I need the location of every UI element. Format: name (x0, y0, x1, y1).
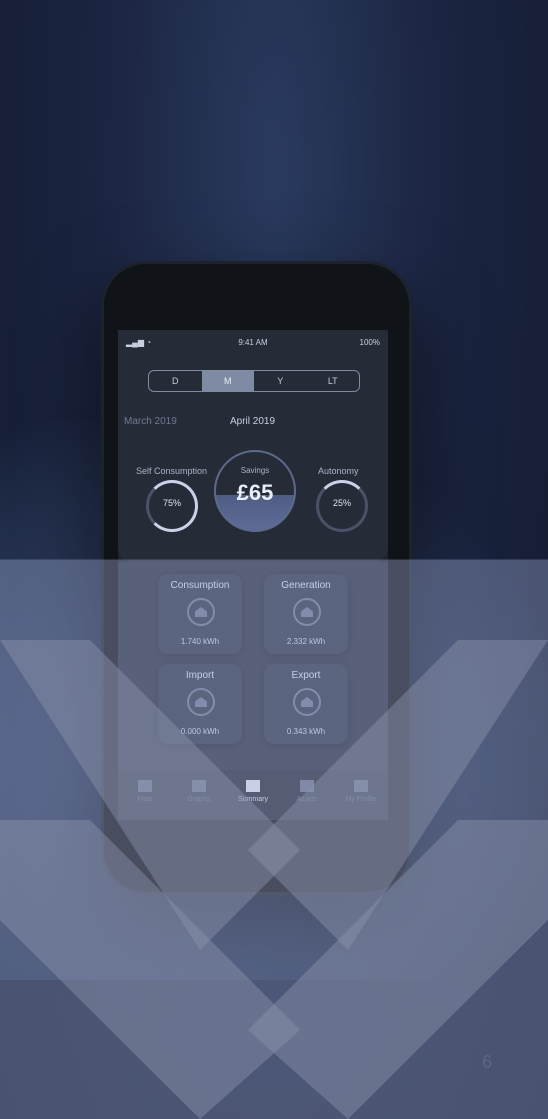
tile-generation[interactable]: Generation 2.332 kWh (264, 574, 348, 654)
chart-icon (192, 780, 206, 792)
self-consumption-label: Self Consumption (136, 466, 208, 476)
bar-chart-icon (246, 780, 260, 792)
previous-month[interactable]: March 2019 (124, 416, 177, 427)
autonomy-value: 25% (332, 498, 351, 508)
tile-title: Generation (281, 580, 331, 591)
tile-value: 0.000 kWh (180, 727, 220, 736)
nav-my-profile[interactable]: My Profile (334, 770, 388, 820)
self-consumption-value: 75% (162, 498, 181, 508)
nav-label: Graphs (187, 796, 211, 803)
nav-label: My Profile (345, 796, 377, 803)
tile-title: Consumption (170, 580, 230, 591)
savings-value: £65 (236, 480, 274, 505)
bottom-nav: Flow Graphs Summary Assets My Profile (118, 770, 388, 820)
nav-label: Summary (238, 796, 268, 803)
house-icon (187, 688, 215, 716)
segment-d[interactable]: D (149, 371, 202, 391)
tile-title: Import (185, 670, 215, 681)
nav-label: Flow (137, 796, 153, 803)
savings-gauge: Savings £65 (214, 450, 296, 532)
nav-assets[interactable]: Assets (280, 770, 334, 820)
segment-lt[interactable]: LT (307, 371, 360, 391)
self-consumption-ring: 75% (146, 480, 198, 532)
house-icon (187, 598, 215, 626)
grid-icon (138, 780, 152, 792)
period-segmented-control[interactable]: D M Y LT (148, 370, 360, 392)
status-bar: ▂▄▆ ◔ 9:41 AM 100% (126, 338, 380, 350)
tile-import[interactable]: Import 0.000 kWh (158, 664, 242, 744)
profile-icon (354, 780, 368, 792)
energy-tiles: Consumption 1.740 kWh Generation 2.332 k… (118, 562, 388, 820)
tile-value: 2.332 kWh (286, 637, 326, 646)
nav-flow[interactable]: Flow (118, 770, 172, 820)
tile-value: 0.343 kWh (286, 727, 326, 736)
autonomy-ring: 25% (316, 480, 368, 532)
tile-title: Export (291, 670, 321, 681)
status-time: 9:41 AM (238, 338, 268, 347)
house-icon (293, 598, 321, 626)
tile-value: 1.740 kWh (180, 637, 220, 646)
autonomy-label: Autonomy (318, 466, 359, 476)
house-icon (293, 688, 321, 716)
nav-summary[interactable]: Summary (226, 770, 280, 820)
current-month: April 2019 (230, 416, 276, 427)
phone-screen: ▂▄▆ ◔ 9:41 AM 100% D M Y LT March 2019 A… (118, 330, 388, 820)
page-number: 6 (481, 1052, 492, 1072)
summary-card: ▂▄▆ ◔ 9:41 AM 100% D M Y LT March 2019 A… (118, 330, 388, 562)
nav-label: Assets (296, 796, 318, 803)
tile-export[interactable]: Export 0.343 kWh (264, 664, 348, 744)
list-icon (300, 780, 314, 792)
savings-label: Savings (240, 466, 270, 475)
segment-y[interactable]: Y (254, 371, 307, 391)
tile-consumption[interactable]: Consumption 1.740 kWh (158, 574, 242, 654)
battery-label: 100% (359, 338, 380, 347)
month-selector: March 2019 April 2019 (118, 416, 388, 432)
nav-graphs[interactable]: Graphs (172, 770, 226, 820)
segment-m[interactable]: M (201, 371, 254, 391)
